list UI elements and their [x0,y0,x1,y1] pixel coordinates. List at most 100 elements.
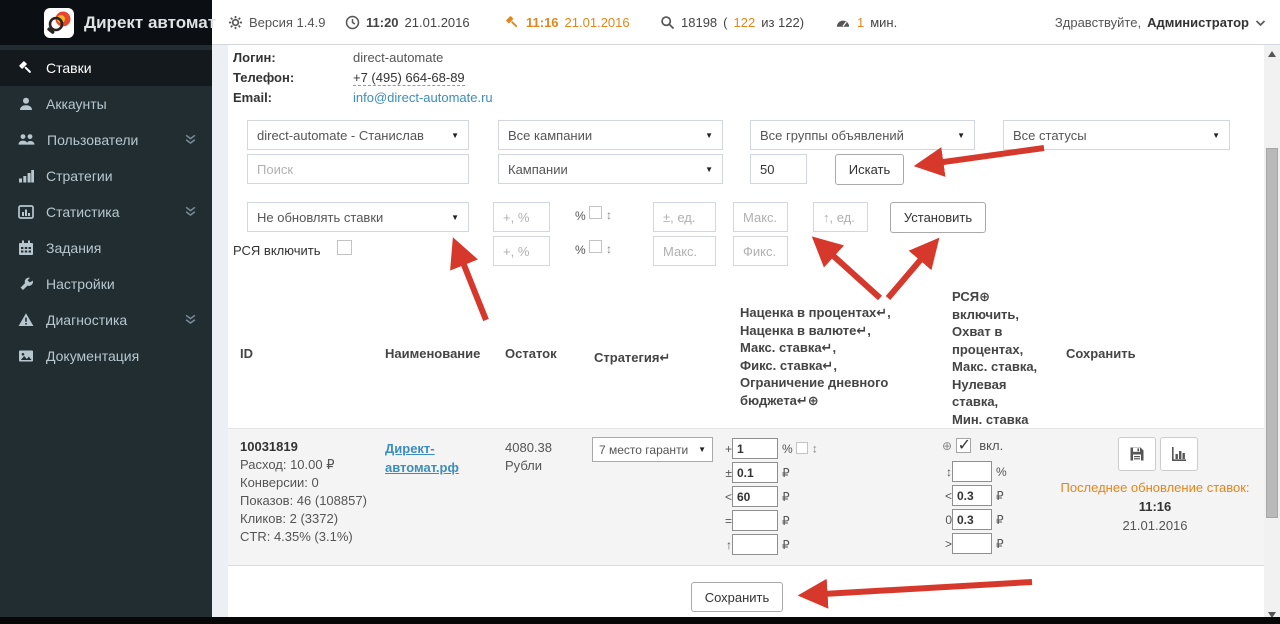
phone-link[interactable]: +7 (495) 664-68-89 [353,70,465,86]
col-header-id: ID [240,345,253,363]
gear-icon [228,15,243,30]
login-label: Логин: [233,50,276,65]
last-update-cell: Последнее обновление ставок: 11:16 21.01… [1055,478,1255,535]
campaign-stat: Расход: 10.00 ₽ [240,456,367,474]
search-input[interactable] [247,154,469,184]
version-indicator: Версия 1.4.9 [228,0,325,45]
last-update-time: 11:16 [1055,497,1255,516]
rsya-zero-bid-input[interactable] [952,509,992,530]
version-label: Версия 1.4.9 [249,15,325,30]
sidebar-item-settings[interactable]: Настройки [0,266,212,302]
email-link[interactable]: info@direct-automate.ru [353,90,493,105]
rsya-max-bid-input[interactable] [952,485,992,506]
vertical-scrollbar[interactable] [1264,45,1280,624]
strategy-select[interactable]: 7 место гаранти▼ [592,437,713,462]
campaign-filter-select[interactable]: Все кампании▼ [498,120,723,150]
markup-percent-input[interactable] [732,438,778,459]
sidebar-item-bids[interactable]: Ставки [0,50,212,86]
sidebar-item-label: Настройки [46,276,115,292]
account-select[interactable]: direct-automate - Станислав▼ [247,120,469,150]
gavel-icon [18,60,34,76]
chevron-double-down-icon [185,132,196,148]
rsya-fixed-bid-input[interactable] [733,236,788,266]
last-update-label: Последнее обновление ставок: [1055,478,1255,497]
caret-down-icon: ▼ [451,213,459,222]
brand-title: Директ автомат [84,13,216,33]
apply-bids-button[interactable]: Установить [890,202,986,233]
chevron-double-down-icon [185,204,196,220]
row-save-button[interactable] [1118,437,1156,471]
wrench-icon [18,276,34,292]
rsya-enable-label: РСЯ включить [233,243,320,258]
search-raise-unit-input[interactable] [813,202,868,232]
rsya-min-bid-input[interactable] [952,533,992,554]
search-markup-percent-input[interactable] [493,202,550,232]
percent-label: % [575,209,586,223]
last-update-date: 21.01.2016 [1055,516,1255,535]
col-header-save: Сохранить [1066,345,1136,363]
sidebar-item-strategies[interactable]: Стратегии [0,158,212,194]
magnifier-icon [660,15,675,30]
current-time-value: 11:20 [366,15,399,30]
max-bid-input[interactable] [732,486,778,507]
search-count-total: 18198 [681,15,717,30]
col-header-rsya: РСЯ⊕включить,Охват впроцентах, Макс. ста… [952,288,1037,428]
current-date-value: 21.01.2016 [405,15,470,30]
floppy-icon [1129,446,1145,462]
sidebar-item-users[interactable]: Пользователи [0,122,212,158]
save-all-button[interactable]: Сохранить [691,582,783,612]
rsya-percent-mode-checkbox[interactable] [589,240,602,253]
markup-inputs-cell: +% ↕ ±₽ <₽ =₽ ↑₽ [720,438,818,558]
percent-mode-checkbox[interactable] [589,206,602,219]
scroll-up-arrow-icon[interactable] [1268,51,1276,57]
sidebar-item-tasks[interactable]: Задания [0,230,212,266]
row-statistics-button[interactable] [1160,437,1198,471]
rsya-enable-checkbox[interactable] [337,240,352,255]
campaign-stat: Показов: 46 (108857) [240,492,367,510]
brand-logo-icon [44,8,74,38]
sidebar-item-statistics[interactable]: Статистика [0,194,212,230]
percent-label: % [575,243,586,257]
user-menu[interactable]: Здравствуйте, Администратор [1055,0,1266,45]
markup-currency-input[interactable] [732,462,778,483]
sidebar-item-accounts[interactable]: Аккаунты [0,86,212,122]
fixed-bid-input[interactable] [732,510,778,531]
signal-bars-icon [18,168,34,184]
limit-input[interactable] [750,154,807,184]
warning-triangle-icon [18,312,34,328]
col-header-markup: Наценка в процентах↵,Наценка в валюте↵,М… [740,304,891,409]
rsya-coverage-input[interactable] [952,461,992,482]
brand-logo[interactable]: Директ автомат [0,0,212,45]
rsya-on-label: вкл. [979,438,1003,453]
chart-box-icon [18,204,34,220]
chevron-double-down-icon [185,312,196,328]
user-icon [18,96,34,112]
sidebar-item-documentation[interactable]: Документация [0,338,212,374]
adgroup-filter-select[interactable]: Все группы объявлений▼ [750,120,975,150]
caret-down-icon: ▼ [705,131,713,140]
search-counter: 18198 (122 из 122) [660,0,804,45]
search-markup-unit-input[interactable] [653,202,716,232]
bid-update-mode-select[interactable]: Не обновлять ставки▼ [247,202,469,232]
markup-percent-mode-checkbox[interactable] [796,442,808,454]
sidebar-item-diagnostics[interactable]: Диагностика [0,302,212,338]
queue-unit: мин. [870,15,897,30]
scrollbar-thumb[interactable] [1266,148,1278,518]
balance-value: 4080.38 [505,439,552,457]
tachometer-icon [835,15,851,30]
login-value: direct-automate [353,50,443,65]
campaign-stat: Кликов: 2 (3372) [240,510,367,528]
rsya-markup-percent-input[interactable] [493,236,550,266]
rsya-on-checkbox[interactable] [956,438,971,453]
level-select[interactable]: Кампании▼ [498,154,723,184]
queue-value: 1 [857,15,864,30]
sidebar-nav: Ставки Аккаунты Пользователи Стратегии С… [0,45,212,617]
daily-budget-input[interactable] [732,534,778,555]
gavel-icon [505,15,520,30]
status-filter-select[interactable]: Все статусы▼ [1003,120,1230,150]
rsya-max-bid-input[interactable] [653,236,716,266]
campaign-name-link[interactable]: Директ-автомат.рф [385,439,459,477]
sidebar-item-label: Задания [46,240,101,256]
search-max-bid-input[interactable] [733,202,788,232]
search-button[interactable]: Искать [835,154,904,185]
